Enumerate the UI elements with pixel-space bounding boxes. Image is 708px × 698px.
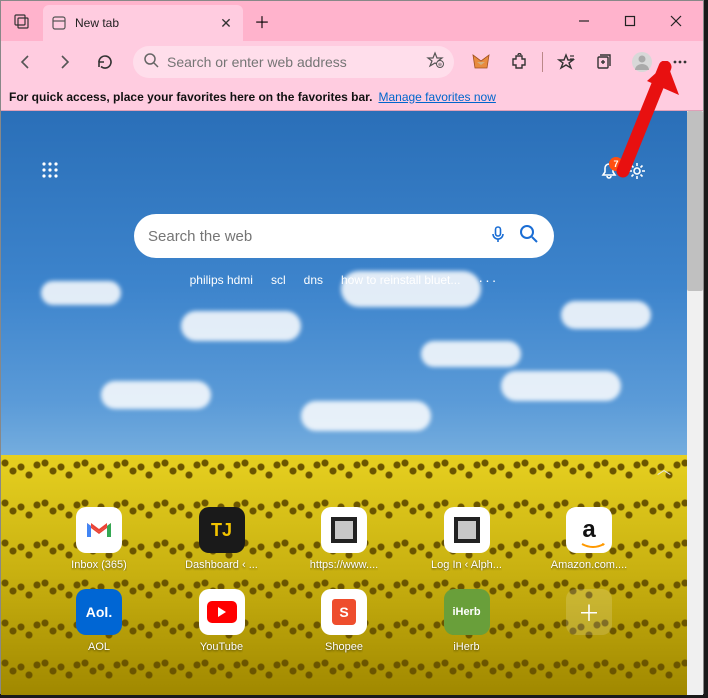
- maximize-button[interactable]: [607, 5, 653, 37]
- collections-icon[interactable]: [587, 45, 621, 79]
- quicklink-label: Dashboard ‹ ...: [185, 559, 258, 571]
- quicklink-label: AOL: [88, 641, 110, 653]
- search-icon: [143, 52, 159, 73]
- close-window-button[interactable]: [653, 5, 699, 37]
- suggestions-more-icon[interactable]: ···: [478, 272, 498, 288]
- suggestion-item[interactable]: philips hdmi: [190, 273, 253, 287]
- favbar-message: For quick access, place your favorites h…: [9, 90, 372, 104]
- scroll-up-hint-icon[interactable]: ︿: [657, 459, 671, 479]
- quicklink-label: YouTube: [200, 641, 243, 653]
- quicklink-label: Log In ‹ Alph...: [431, 559, 502, 571]
- quicklink-label: iHerb: [453, 641, 479, 653]
- suggestion-item[interactable]: scl: [271, 273, 286, 287]
- add-quicklink-button[interactable]: ＋: [541, 589, 637, 653]
- wallet-extension-icon[interactable]: [464, 45, 498, 79]
- quicklink-inbox[interactable]: Inbox (365): [51, 507, 147, 571]
- minimize-button[interactable]: [561, 5, 607, 37]
- page-settings-button[interactable]: [627, 161, 647, 186]
- quicklink-label: https://www....: [310, 559, 378, 571]
- search-suggestions: philips hdmi scl dns how to reinstall bl…: [1, 272, 687, 288]
- quicklink-shopee[interactable]: S Shopee: [296, 589, 392, 653]
- quicklink-login[interactable]: Log In ‹ Alph...: [419, 507, 515, 571]
- new-tab-content: 7 philips hdmi scl dns how to reinstall …: [1, 111, 703, 695]
- notifications-button[interactable]: 7: [599, 161, 619, 186]
- quicklink-amazon[interactable]: a Amazon.com....: [541, 507, 637, 571]
- quicklink-label: Inbox (365): [71, 559, 127, 571]
- tab-actions-button[interactable]: [5, 5, 39, 37]
- address-input[interactable]: [167, 54, 418, 70]
- quicklink-https[interactable]: https://www....: [296, 507, 392, 571]
- toolbar-divider: [542, 52, 543, 72]
- manage-favorites-link[interactable]: Manage favorites now: [378, 90, 495, 104]
- quicklink-label: Amazon.com....: [551, 559, 627, 571]
- refresh-button[interactable]: [87, 44, 123, 80]
- svg-text:⊕: ⊕: [438, 62, 442, 68]
- quicklink-dashboard[interactable]: TJ Dashboard ‹ ...: [174, 507, 270, 571]
- voice-search-icon[interactable]: [488, 224, 508, 249]
- new-tab-button[interactable]: ＋: [247, 6, 277, 36]
- tab-favicon: [51, 15, 67, 31]
- quicklink-iherb[interactable]: iHerb iHerb: [419, 589, 515, 653]
- settings-more-button[interactable]: [663, 45, 697, 79]
- browser-tab[interactable]: New tab ✕: [43, 5, 243, 41]
- web-search-input[interactable]: [148, 228, 478, 245]
- favorites-bar: For quick access, place your favorites h…: [1, 83, 703, 111]
- forward-button[interactable]: [47, 44, 83, 80]
- back-button[interactable]: [7, 44, 43, 80]
- quicklink-youtube[interactable]: YouTube: [174, 589, 270, 653]
- web-search-box[interactable]: [134, 214, 554, 258]
- notification-badge: 7: [609, 157, 623, 171]
- search-submit-icon[interactable]: [518, 223, 540, 250]
- titlebar: New tab ✕ ＋: [1, 1, 703, 41]
- favorite-star-icon[interactable]: ⊕: [426, 51, 444, 74]
- quicklink-label: Shopee: [325, 641, 363, 653]
- suggestion-item[interactable]: how to reinstall bluet...: [341, 273, 460, 287]
- tab-title: New tab: [75, 16, 209, 30]
- tab-close-button[interactable]: ✕: [217, 14, 235, 32]
- extensions-icon[interactable]: [502, 45, 536, 79]
- suggestion-item[interactable]: dns: [304, 273, 323, 287]
- favorites-icon[interactable]: [549, 45, 583, 79]
- quick-links-grid: Inbox (365) TJ Dashboard ‹ ... https://w…: [1, 507, 687, 671]
- toolbar: ⊕: [1, 41, 703, 83]
- profile-icon[interactable]: [625, 45, 659, 79]
- quicklink-aol[interactable]: Aol. AOL: [51, 589, 147, 653]
- page-layout-button[interactable]: [41, 161, 59, 186]
- address-bar[interactable]: ⊕: [133, 46, 454, 78]
